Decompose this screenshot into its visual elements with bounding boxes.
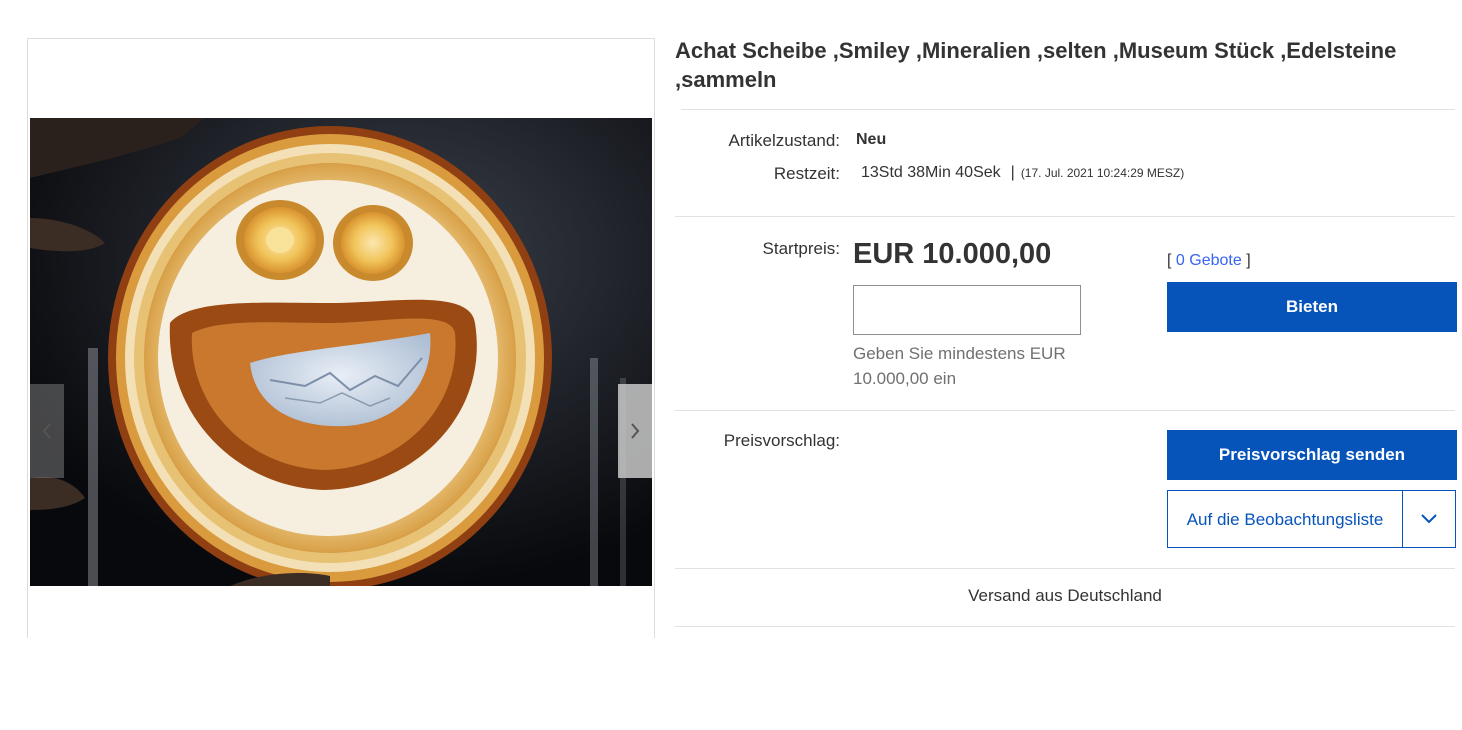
divider xyxy=(675,568,1455,569)
chevron-down-icon xyxy=(1421,514,1437,524)
bid-count-close-bracket: ] xyxy=(1246,252,1251,269)
agate-slice-image xyxy=(30,118,652,586)
item-main-photo[interactable] xyxy=(30,118,652,586)
chevron-left-icon xyxy=(42,423,51,439)
image-gallery xyxy=(27,38,655,638)
start-price-label: Startpreis: xyxy=(762,239,840,258)
item-title: Achat Scheibe ,Smiley ,Mineralien ,selte… xyxy=(675,38,1397,92)
previous-image-button[interactable] xyxy=(30,384,64,478)
bid-amount-input[interactable] xyxy=(853,285,1081,335)
make-offer-button[interactable]: Preisvorschlag senden xyxy=(1167,430,1457,480)
divider xyxy=(681,109,1455,110)
time-left-label: Restzeit: xyxy=(773,164,840,183)
next-image-button[interactable] xyxy=(618,384,652,478)
watchlist-button-group: Auf die Beobachtungsliste xyxy=(1167,490,1456,548)
shipping-origin: Versand aus Deutschland xyxy=(968,586,1162,605)
bid-count: [ 0 Gebote ] xyxy=(1167,252,1251,270)
start-price-value: EUR 10.000,00 xyxy=(853,238,1052,270)
watchlist-options-toggle[interactable] xyxy=(1402,491,1455,547)
min-bid-hint: Geben Sie mindestens EUR 10.000,00 ein xyxy=(853,344,1066,388)
best-offer-label: Preisvorschlag: xyxy=(723,431,840,450)
bid-count-open-bracket: [ xyxy=(1167,252,1172,269)
condition-label: Artikelzustand: xyxy=(728,131,841,150)
time-separator: | xyxy=(1010,164,1015,181)
divider xyxy=(675,626,1455,627)
time-left-value: 13Std 38Min 40Sek | (17. Jul. 2021 10:24:2… xyxy=(861,164,1184,182)
place-bid-button[interactable]: Bieten xyxy=(1167,282,1457,332)
chevron-right-icon xyxy=(631,423,640,439)
countdown: 13Std 38Min 40Sek xyxy=(861,164,1001,181)
end-time: (17. Jul. 2021 10:24:29 MESZ) xyxy=(1020,166,1185,180)
divider xyxy=(675,216,1455,217)
divider xyxy=(675,410,1455,411)
bid-count-link[interactable]: 0 Gebote xyxy=(1176,252,1242,269)
condition-value: Neu xyxy=(856,131,887,148)
add-to-watchlist-button[interactable]: Auf die Beobachtungsliste xyxy=(1168,491,1402,547)
